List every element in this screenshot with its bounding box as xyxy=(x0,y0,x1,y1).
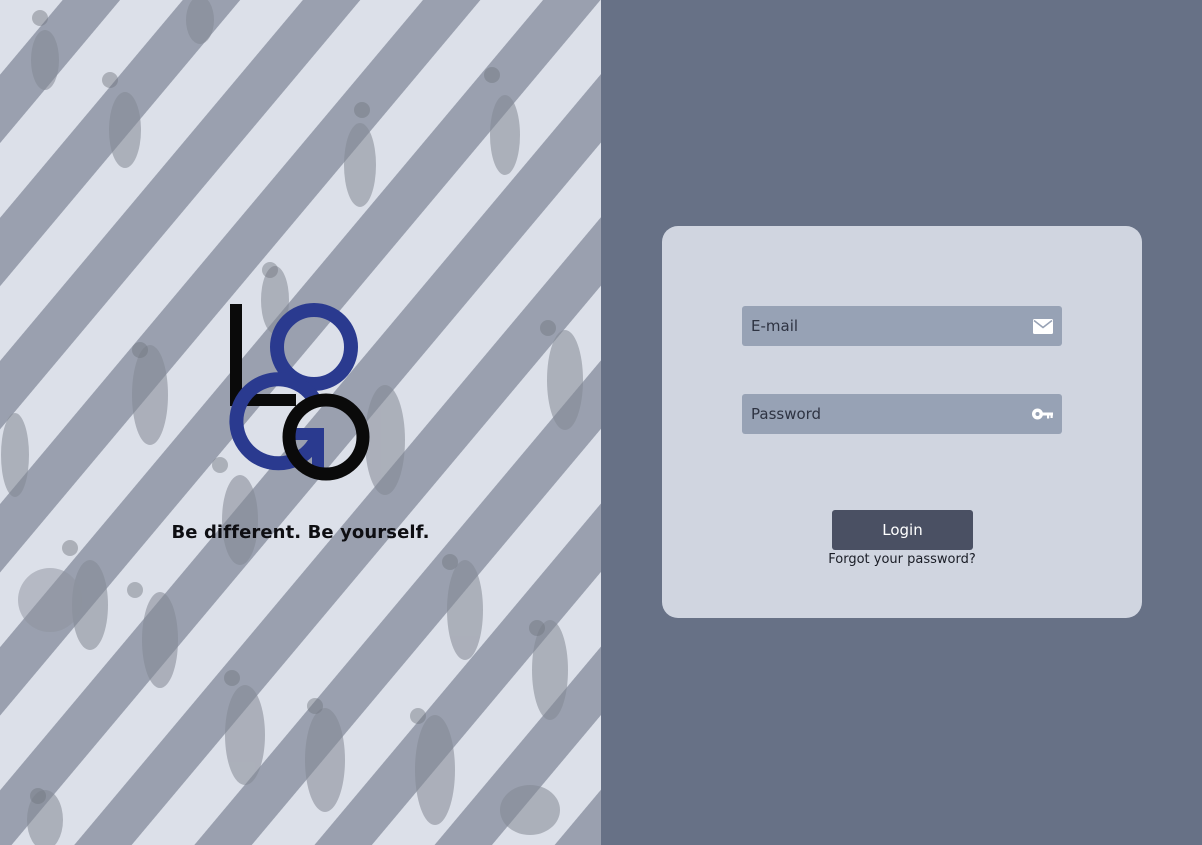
password-input[interactable] xyxy=(742,394,1062,434)
login-button[interactable]: Login xyxy=(832,510,973,550)
email-input[interactable] xyxy=(742,306,1062,346)
key-icon xyxy=(1032,404,1054,424)
login-panel: Login Forgot your password? xyxy=(601,0,1202,845)
email-field-container xyxy=(742,306,1062,346)
brand-logo xyxy=(229,303,370,481)
password-field-container xyxy=(742,394,1062,434)
hero-panel: Be different. Be yourself. xyxy=(0,0,601,845)
envelope-icon xyxy=(1032,316,1054,336)
login-page: Be different. Be yourself. E-mail Login … xyxy=(0,0,1202,845)
tagline: Be different. Be yourself. xyxy=(171,522,430,543)
login-card: Login Forgot your password? xyxy=(662,226,1142,618)
forgot-password-link[interactable]: Forgot your password? xyxy=(662,552,1142,567)
